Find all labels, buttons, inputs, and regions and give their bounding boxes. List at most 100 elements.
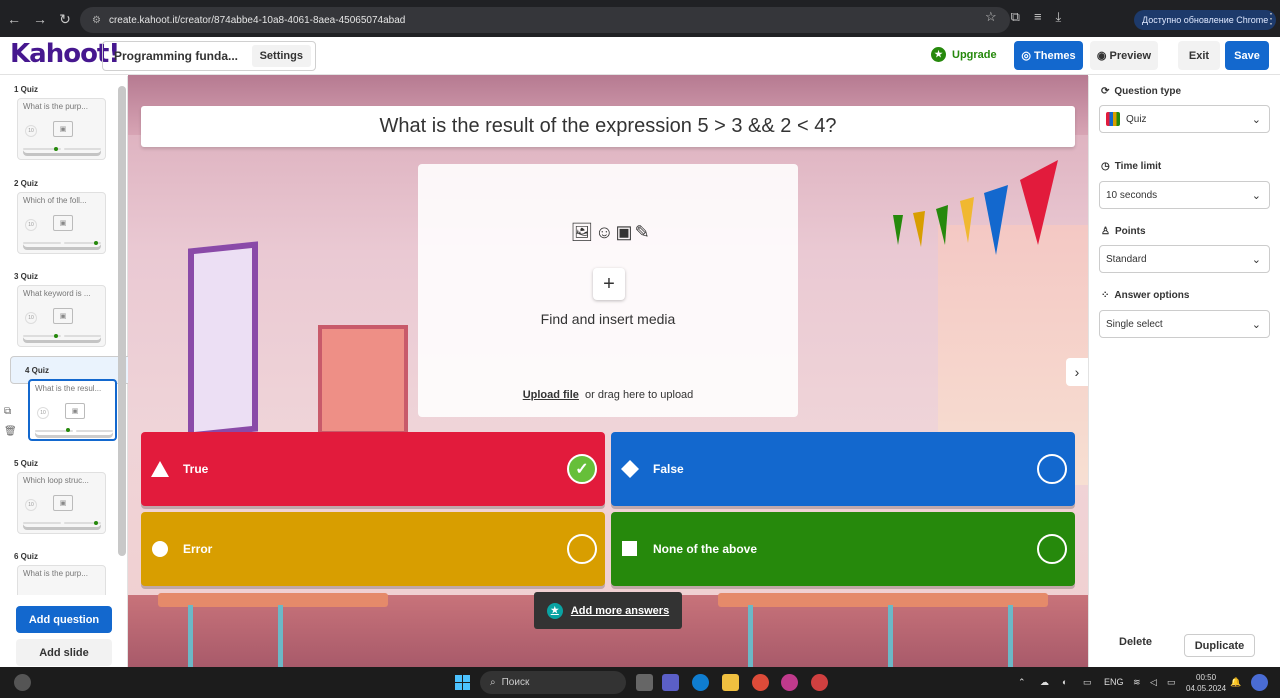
clock-time: 00:50 (1196, 673, 1217, 682)
add-question-button[interactable]: Add question (16, 606, 112, 633)
points-select[interactable]: Standard ⌄ (1099, 245, 1270, 273)
answer-options-label: Answer options (1114, 290, 1190, 301)
delete-button[interactable]: Delete (1119, 636, 1152, 648)
notifications-icon[interactable]: 🔔 (1230, 677, 1241, 688)
media-upload-area[interactable]: 🖼☺▣✎ + Find and insert media Upload file… (418, 164, 798, 417)
tray-overflow-icon[interactable]: ⌃ (1018, 677, 1026, 688)
language-indicator[interactable]: ENG (1104, 677, 1124, 687)
add-more-answers-label: Add more answers (570, 604, 670, 617)
time-limit-heading: ◷ Time limit (1101, 161, 1161, 172)
app-icon[interactable] (811, 674, 828, 691)
address-bar[interactable]: ⚙ create.kahoot.it/creator/874abbe4-10a8… (80, 7, 1010, 33)
question-type-icon: ⟳ (1101, 86, 1110, 97)
weather-icon[interactable] (14, 674, 31, 691)
save-button[interactable]: Save (1225, 41, 1269, 70)
back-icon[interactable]: ← (4, 9, 24, 29)
points-heading: ♙ Points (1101, 226, 1146, 237)
collapse-panel-chevron-icon[interactable]: › (1066, 358, 1088, 386)
answer-preview (35, 427, 113, 435)
clock[interactable]: 00:50 04.05.2024 (1186, 672, 1226, 694)
duplicate-slide-icon[interactable]: ⧉ (4, 406, 11, 417)
upload-file-link[interactable]: Upload file (523, 389, 579, 401)
slide-thumbnail: What is the purp... (17, 565, 106, 595)
star-icon: ★ (931, 47, 946, 62)
edge-icon[interactable] (692, 674, 709, 691)
add-slide-button[interactable]: Add slide (16, 639, 112, 666)
site-info-icon[interactable]: ⚙ (92, 15, 101, 26)
answer-options-select[interactable]: Single select ⌄ (1099, 310, 1270, 338)
question-type-select[interactable]: Quiz ⌄ (1099, 105, 1270, 133)
time-limit-select[interactable]: 10 seconds ⌄ (1099, 181, 1270, 209)
chrome-profile-icon[interactable] (781, 674, 798, 691)
tray-app-icon[interactable]: ☁ (1040, 677, 1049, 688)
forward-icon[interactable]: → (30, 9, 50, 29)
timer-icon: 10 (37, 407, 49, 419)
reload-icon[interactable]: ↻ (55, 9, 75, 29)
correct-toggle[interactable] (1037, 534, 1067, 564)
browser-menu-icon[interactable]: ⋮ (1264, 10, 1278, 27)
slide-item-5[interactable]: 5 Quiz Which loop struc... 10 ▣ (0, 450, 118, 542)
slide-thumbnail: What keyword is ... 10 ▣ (17, 285, 106, 347)
file-explorer-icon[interactable] (722, 674, 739, 691)
delete-slide-icon[interactable]: 🗑 (4, 426, 17, 437)
exit-button[interactable]: Exit (1178, 41, 1220, 70)
points-label: Points (1114, 226, 1146, 237)
browser-actions: ☆ ⧉ ≡ ⤓ (985, 9, 1061, 25)
answer-text[interactable]: None of the above (653, 542, 1037, 556)
correct-toggle-checked[interactable]: ✓ (567, 454, 597, 484)
insert-media-button[interactable]: + (593, 268, 625, 300)
upgrade-button[interactable]: ★ Upgrade (931, 47, 997, 62)
volume-icon[interactable]: ◁ (1150, 677, 1157, 688)
slide-item-3[interactable]: 3 Quiz What keyword is ... 10 ▣ (0, 263, 118, 355)
add-more-answers-button[interactable]: ★ Add more answers (534, 592, 682, 629)
clock-icon: ◷ (1101, 161, 1110, 172)
copilot-icon[interactable] (1251, 674, 1268, 691)
answer-4[interactable]: None of the above (611, 512, 1075, 586)
answer-text[interactable]: False (653, 462, 1037, 476)
preview-button[interactable]: ◉ Preview (1090, 41, 1158, 70)
extensions-icon[interactable]: ⧉ (1011, 9, 1020, 25)
taskbar-search[interactable]: ⌕ Поиск (480, 671, 626, 694)
quiz-icon (1106, 112, 1120, 126)
correct-toggle[interactable] (1037, 454, 1067, 484)
circle-icon (151, 540, 169, 558)
answer-3[interactable]: Error (141, 512, 605, 586)
download-icon[interactable]: ⤓ (1056, 9, 1062, 25)
slide-item-1[interactable]: 1 Quiz What is the purp... 10 ▣ (0, 76, 118, 168)
bookmark-star-icon[interactable]: ☆ (985, 9, 997, 25)
slide-list-scrollbar[interactable] (118, 86, 126, 556)
chrome-update-button[interactable]: Доступно обновление Chrome (1134, 10, 1277, 30)
answer-text[interactable]: True (183, 462, 567, 476)
answer-preview (23, 239, 101, 247)
teams-icon[interactable] (662, 674, 679, 691)
task-view-icon[interactable] (636, 674, 653, 691)
correct-toggle[interactable] (567, 534, 597, 564)
slide-list: 1 Quiz What is the purp... 10 ▣ 2 Quiz W… (0, 76, 181, 667)
tray-app-icon[interactable]: ▭ (1083, 677, 1092, 688)
background-desk-leg (748, 605, 753, 667)
start-icon[interactable] (455, 675, 470, 690)
reading-list-icon[interactable]: ≡ (1034, 9, 1042, 25)
battery-icon[interactable]: ▭ (1167, 677, 1176, 688)
themes-button[interactable]: ◎ Themes (1014, 41, 1083, 70)
duplicate-button[interactable]: Duplicate (1184, 634, 1255, 657)
tray-app-icon[interactable]: ◐ (1062, 677, 1067, 687)
slide-label: 1 Quiz (14, 85, 39, 94)
kahoot-title[interactable]: Programming funda... (103, 49, 252, 63)
answer-2[interactable]: False (611, 432, 1075, 506)
answer-1[interactable]: True ✓ (141, 432, 605, 506)
answer-preview (23, 145, 101, 153)
medal-icon: ♙ (1101, 226, 1110, 237)
slide-item-6[interactable]: 6 Quiz What is the purp... (0, 543, 118, 595)
settings-button[interactable]: Settings (251, 45, 311, 67)
question-input[interactable]: What is the result of the expression 5 >… (141, 106, 1075, 147)
answer-text[interactable]: Error (183, 542, 567, 556)
eye-icon: ◉ (1096, 50, 1107, 62)
slide-item-2[interactable]: 2 Quiz Which of the foll... 10 ▣ (0, 170, 118, 262)
title-box[interactable]: Programming funda... Settings (102, 41, 316, 71)
answer-options-heading: ⁘ Answer options (1101, 290, 1189, 301)
wifi-icon[interactable]: ≋ (1133, 677, 1141, 688)
timer-icon: 10 (25, 125, 37, 137)
url-text: create.kahoot.it/creator/874abbe4-10a8-4… (108, 14, 406, 26)
chrome-icon[interactable] (752, 674, 769, 691)
